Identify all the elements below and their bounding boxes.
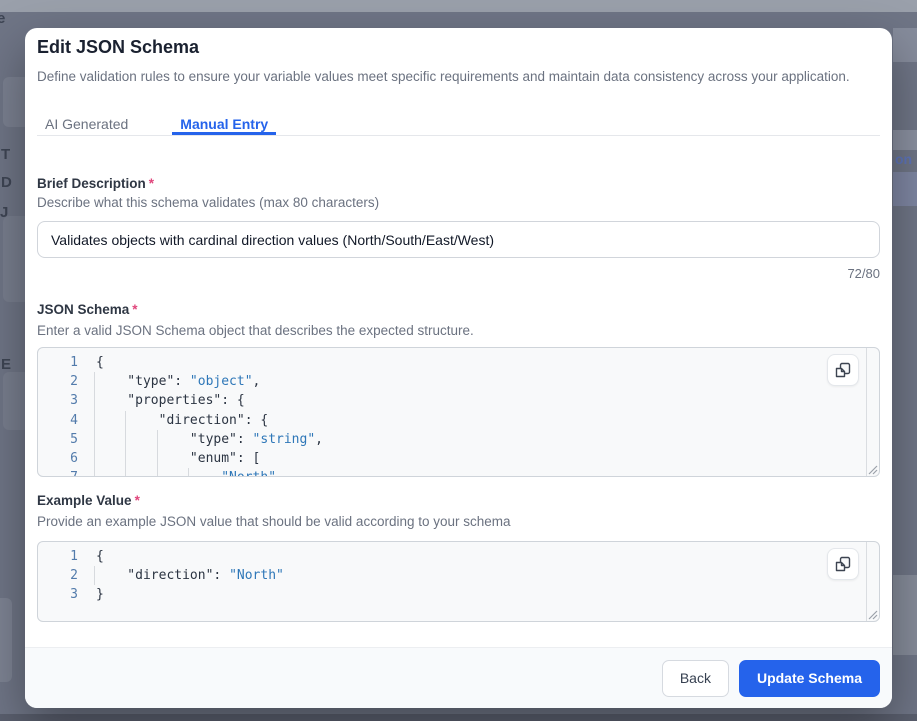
background-panel bbox=[893, 28, 917, 62]
line-number: 2 bbox=[38, 372, 78, 391]
line-number: 5 bbox=[38, 430, 78, 449]
json-schema-editor[interactable]: 1{2 "type": "object",3 "properties": {4 … bbox=[37, 347, 880, 477]
line-number: 1 bbox=[38, 547, 78, 566]
tab-manual-entry[interactable]: Manual Entry bbox=[172, 112, 276, 135]
copy-icon bbox=[835, 556, 851, 572]
example-value-label: Example Value* bbox=[37, 493, 140, 508]
background-text-fragment: T bbox=[1, 146, 10, 163]
background-bottom-bar bbox=[0, 714, 917, 721]
example-value-helper: Provide an example JSON value that shoul… bbox=[37, 514, 880, 529]
resize-grip[interactable] bbox=[866, 463, 878, 475]
required-asterisk: * bbox=[149, 176, 154, 191]
code-line: 1{ bbox=[38, 547, 879, 566]
background-panel bbox=[893, 575, 917, 655]
dialog-title: Edit JSON Schema bbox=[37, 37, 199, 58]
tab-bar: AI Generated Manual Entry bbox=[37, 112, 880, 136]
dialog-footer: Back Update Schema bbox=[25, 647, 892, 708]
brief-description-label: Brief Description* bbox=[37, 176, 154, 191]
code-line: 2 "direction": "North" bbox=[38, 566, 879, 585]
json-schema-label: JSON Schema* bbox=[37, 302, 138, 317]
background-top-bar bbox=[0, 0, 917, 12]
back-button[interactable]: Back bbox=[662, 660, 729, 697]
background-panel bbox=[893, 172, 917, 206]
required-asterisk: * bbox=[135, 493, 140, 508]
line-number: 6 bbox=[38, 449, 78, 468]
background-panel bbox=[893, 130, 917, 150]
background-text-fragment: D bbox=[1, 174, 12, 191]
copy-icon bbox=[835, 362, 851, 378]
background-text-fragment: J bbox=[0, 204, 8, 221]
line-number: 3 bbox=[38, 585, 78, 604]
background-panel bbox=[0, 598, 12, 682]
copy-button[interactable] bbox=[827, 354, 859, 386]
background-text-fragment: E bbox=[1, 356, 11, 373]
code-line: 3 "properties": { bbox=[38, 391, 879, 410]
code-line: 3} bbox=[38, 585, 879, 604]
example-value-editor[interactable]: 1{2 "direction": "North"3} bbox=[37, 541, 880, 622]
required-asterisk: * bbox=[132, 302, 137, 317]
line-number: 2 bbox=[38, 566, 78, 585]
code-line: 1{ bbox=[38, 353, 879, 372]
line-number: 3 bbox=[38, 391, 78, 410]
brief-description-input[interactable] bbox=[37, 221, 880, 258]
edit-json-schema-dialog: Edit JSON Schema Define validation rules… bbox=[25, 28, 892, 708]
code-line: 2 "type": "object", bbox=[38, 372, 879, 391]
line-number: 1 bbox=[38, 353, 78, 372]
dialog-description: Define validation rules to ensure your v… bbox=[37, 68, 880, 86]
code-line: 7 "North", bbox=[38, 468, 879, 477]
editor-scrollbar-track bbox=[866, 348, 867, 476]
update-schema-button[interactable]: Update Schema bbox=[739, 660, 880, 697]
background-text-fragment: on bbox=[895, 151, 912, 167]
brief-description-helper: Describe what this schema validates (max… bbox=[37, 195, 880, 210]
json-schema-helper: Enter a valid JSON Schema object that de… bbox=[37, 323, 880, 338]
tab-ai-generated[interactable]: AI Generated bbox=[37, 112, 136, 135]
character-counter: 72/80 bbox=[847, 266, 880, 281]
copy-button[interactable] bbox=[827, 548, 859, 580]
background-text-fragment: e bbox=[0, 10, 5, 27]
code-line: 6 "enum": [ bbox=[38, 449, 879, 468]
resize-grip[interactable] bbox=[866, 608, 878, 620]
code-line: 4 "direction": { bbox=[38, 411, 879, 430]
code-line: 5 "type": "string", bbox=[38, 430, 879, 449]
line-number: 7 bbox=[38, 468, 78, 477]
line-number: 4 bbox=[38, 411, 78, 430]
